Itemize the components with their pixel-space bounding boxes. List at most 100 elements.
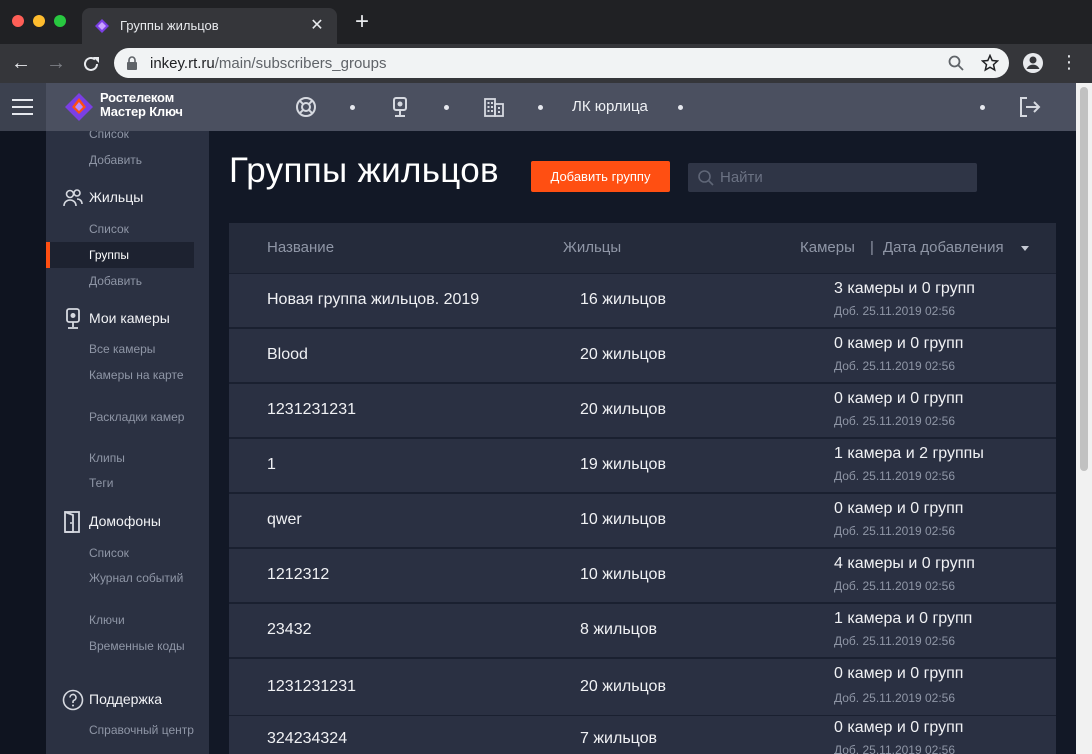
date-added: Доб. 25.11.2019 02:56 bbox=[834, 579, 956, 593]
date-added: Доб. 25.11.2019 02:56 bbox=[834, 524, 956, 538]
logout-icon[interactable] bbox=[1018, 95, 1042, 119]
sidebar-item-help-center[interactable]: Справочный центр bbox=[89, 722, 199, 738]
cameras-count: 0 камер и 0 групп bbox=[834, 719, 964, 736]
column-header-residents[interactable]: Жильцы bbox=[563, 239, 621, 256]
column-header-name[interactable]: Название bbox=[267, 239, 334, 256]
search-icon bbox=[698, 170, 714, 186]
browser-menu-icon[interactable]: ⋮ bbox=[1060, 52, 1078, 72]
account-label[interactable]: ЛК юрлица bbox=[572, 98, 648, 115]
table-row[interactable]: 1231231231 20 жильцов 0 камер и 0 групп … bbox=[229, 658, 1056, 715]
table-row[interactable]: Новая группа жильцов. 2019 16 жильцов 3 … bbox=[229, 273, 1056, 327]
cameras-count: 1 камера и 0 групп bbox=[834, 610, 973, 627]
support-lifebuoy-icon[interactable] bbox=[295, 96, 317, 118]
rostelecom-logo-icon[interactable] bbox=[64, 92, 94, 122]
group-name: qwer bbox=[267, 511, 302, 528]
sidebar-item-all-cameras[interactable]: Все камеры bbox=[89, 341, 199, 357]
forward-button[interactable]: → bbox=[44, 52, 68, 76]
table-row[interactable]: Blood 20 жильцов 0 камер и 0 групп Доб. … bbox=[229, 328, 1056, 382]
sidebar-item-camera-layouts[interactable]: Раскладки камер bbox=[89, 409, 199, 425]
sidebar-item-residents-add[interactable]: Добавить bbox=[89, 273, 199, 289]
group-name: Новая группа жильцов. 2019 bbox=[267, 291, 480, 308]
group-name: 1231231231 bbox=[267, 401, 356, 418]
header-separator-dot bbox=[444, 105, 449, 110]
table-row[interactable]: qwer 10 жильцов 0 камер и 0 групп Доб. 2… bbox=[229, 493, 1056, 547]
address-bar[interactable]: inkey.rt.ru/main/subscribers_groups bbox=[114, 48, 1009, 78]
tab-title: Группы жильцов bbox=[120, 18, 219, 33]
browser-toolbar: ← → inkey.rt.ru/main/subscribers_groups … bbox=[0, 44, 1092, 83]
cameras-count: 0 камер и 0 групп bbox=[834, 390, 964, 407]
residents-count: 20 жильцов bbox=[580, 678, 666, 695]
building-icon[interactable] bbox=[483, 96, 505, 118]
search-box[interactable] bbox=[688, 163, 977, 192]
sidebar-item-tags[interactable]: Теги bbox=[89, 475, 199, 491]
date-added: Доб. 25.11.2019 02:56 bbox=[834, 304, 956, 318]
residents-count: 8 жильцов bbox=[580, 621, 658, 638]
header-separator-dot bbox=[980, 105, 985, 110]
date-added: Доб. 25.11.2019 02:56 bbox=[834, 691, 956, 705]
header-separator-dot bbox=[350, 105, 355, 110]
url-text: inkey.rt.ru/main/subscribers_groups bbox=[150, 55, 387, 72]
residents-icon bbox=[63, 189, 83, 207]
window-maximize-button[interactable] bbox=[54, 15, 66, 27]
cameras-count: 3 камеры и 0 групп bbox=[834, 280, 975, 297]
sidebar-section-label: Жильцы bbox=[89, 189, 144, 205]
table-row[interactable]: 1231231231 20 жильцов 0 камер и 0 групп … bbox=[229, 383, 1056, 437]
residents-count: 7 жильцов bbox=[580, 730, 658, 747]
sidebar-item-residents-list[interactable]: Список bbox=[89, 221, 199, 237]
sidebar-item-clips[interactable]: Клипы bbox=[89, 450, 199, 466]
page-scrollbar[interactable] bbox=[1076, 83, 1092, 754]
sidebar-item-temp-codes[interactable]: Временные коды bbox=[89, 638, 199, 654]
sidebar-item-list[interactable]: Список bbox=[89, 131, 199, 142]
sidebar-item-cameras-map[interactable]: Камеры на карте bbox=[89, 367, 199, 383]
table-row[interactable]: 1 19 жильцов 1 камера и 2 группы Доб. 25… bbox=[229, 438, 1056, 492]
column-header-separator: | bbox=[870, 239, 874, 256]
profile-avatar-icon[interactable] bbox=[1022, 52, 1044, 74]
camera-icon bbox=[66, 308, 80, 329]
window-minimize-button[interactable] bbox=[33, 15, 45, 27]
date-added: Доб. 25.11.2019 02:56 bbox=[834, 743, 956, 754]
sidebar-item-intercom-list[interactable]: Список bbox=[89, 545, 199, 561]
hamburger-menu-icon[interactable] bbox=[0, 83, 46, 131]
sidebar-item-add[interactable]: Добавить bbox=[89, 152, 199, 168]
column-header-date[interactable]: Дата добавления bbox=[883, 239, 1004, 256]
group-name: 23432 bbox=[267, 621, 312, 638]
group-name: Blood bbox=[267, 346, 308, 363]
sidebar: Список Добавить Жильцы Список Группы Доб… bbox=[46, 131, 209, 754]
group-name: 1212312 bbox=[267, 566, 330, 583]
browser-tab[interactable]: Группы жильцов ✕ bbox=[82, 8, 337, 44]
header-separator-dot bbox=[538, 105, 543, 110]
camera-icon[interactable] bbox=[389, 96, 411, 118]
residents-count: 20 жильцов bbox=[580, 346, 666, 363]
residents-count: 16 жильцов bbox=[580, 291, 666, 308]
page-title: Группы жильцов bbox=[229, 151, 499, 190]
table-row[interactable]: 23432 8 жильцов 1 камера и 0 групп Доб. … bbox=[229, 603, 1056, 657]
help-icon bbox=[62, 689, 84, 711]
reload-icon[interactable] bbox=[79, 52, 103, 76]
zoom-search-icon[interactable] bbox=[947, 54, 965, 72]
table-header: Название Жильцы Камеры | Дата добавления bbox=[229, 223, 1056, 273]
window-close-button[interactable] bbox=[12, 15, 24, 27]
tab-close-icon[interactable]: ✕ bbox=[307, 15, 327, 35]
sidebar-item-event-log[interactable]: Журнал событий bbox=[89, 570, 199, 586]
lock-icon bbox=[127, 56, 137, 70]
residents-count: 19 жильцов bbox=[580, 456, 666, 473]
table-row[interactable]: 1212312 10 жильцов 4 камеры и 0 групп До… bbox=[229, 548, 1056, 602]
residents-count: 20 жильцов bbox=[580, 401, 666, 418]
group-name: 1 bbox=[267, 456, 276, 473]
brand-line-2: Мастер Ключ bbox=[100, 104, 183, 119]
search-input[interactable] bbox=[720, 167, 970, 188]
intercom-door-icon bbox=[64, 511, 80, 533]
add-group-button[interactable]: Добавить группу bbox=[531, 161, 670, 192]
sidebar-section-label: Поддержка bbox=[89, 691, 163, 707]
column-header-cameras[interactable]: Камеры bbox=[800, 239, 855, 256]
new-tab-button[interactable]: + bbox=[350, 10, 374, 34]
sidebar-item-keys[interactable]: Ключи bbox=[89, 612, 199, 628]
table-row[interactable]: 324234324 7 жильцов 0 камер и 0 групп До… bbox=[229, 715, 1056, 754]
date-added: Доб. 25.11.2019 02:56 bbox=[834, 469, 956, 483]
bookmark-star-icon[interactable] bbox=[981, 54, 999, 72]
browser-titlebar: Группы жильцов ✕ + bbox=[0, 0, 1092, 44]
sidebar-item-groups[interactable]: Группы bbox=[89, 247, 199, 263]
sort-caret-down-icon[interactable] bbox=[1021, 246, 1029, 251]
back-button[interactable]: ← bbox=[9, 52, 33, 76]
scrollbar-thumb[interactable] bbox=[1080, 87, 1088, 471]
